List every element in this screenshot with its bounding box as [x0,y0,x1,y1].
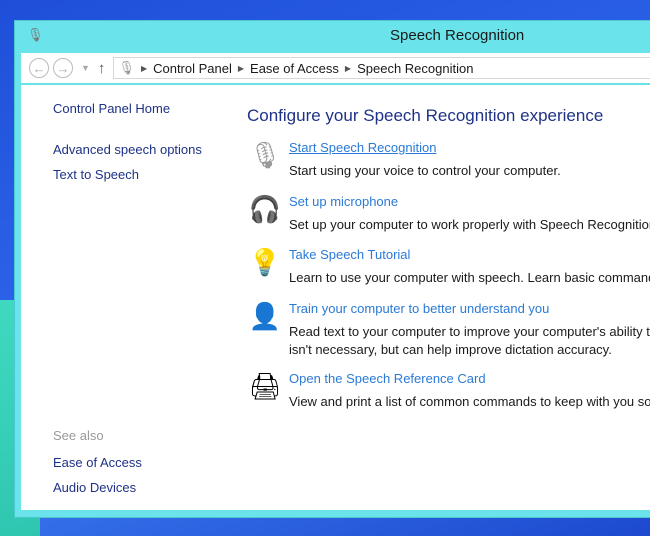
task-speech-tutorial: 💡 Take Speech Tutorial Learn to use your… [247,247,650,287]
desc-line-2: isn't necessary, but can help improve di… [289,342,612,357]
back-button[interactable]: ← [29,58,49,78]
audio-devices-link[interactable]: Audio Devices [53,480,142,495]
task-set-up-microphone: 🎧 Set up microphone Set up your computer… [247,194,650,234]
chevron-right-icon[interactable]: ▶ [345,64,351,73]
task-description: Learn to use your computer with speech. … [289,270,650,285]
crumb-ease-of-access[interactable]: Ease of Access [250,61,339,76]
chevron-right-icon[interactable]: ▶ [141,64,147,73]
task-train-computer: 👤 Train your computer to better understa… [247,301,650,361]
forward-button[interactable]: → [53,58,73,78]
open-reference-card-link[interactable]: Open the Speech Reference Card [289,371,486,386]
microphone-icon: 🎙 [27,27,44,42]
start-speech-recognition-link[interactable]: Start Speech Recognition [289,140,436,155]
text-to-speech-link[interactable]: Text to Speech [53,167,202,182]
task-start-speech-recognition: 🎙 Start Speech Recognition Start using y… [247,140,650,180]
see-also-heading: See also [53,428,104,443]
task-description: Read text to your computer to improve yo… [289,323,650,359]
set-up-microphone-link[interactable]: Set up microphone [289,194,398,209]
up-arrow-icon[interactable]: ↑ [98,60,106,77]
lightbulb-icon: 💡 [248,247,282,277]
printer-icon: 🖨 [248,371,282,401]
task-description: Start using your voice to control your c… [289,163,561,178]
task-description: Set up your computer to work properly wi… [289,217,650,232]
train-computer-link[interactable]: Train your computer to better understand… [289,301,549,316]
content-area: Control Panel Home Advanced speech optio… [21,85,650,510]
chevron-right-icon[interactable]: ▶ [238,64,244,73]
microphone-icon: 🎙 [118,60,135,75]
user-icon: 👤 [248,301,282,331]
headset-icon: 🎧 [248,194,282,224]
ease-of-access-link[interactable]: Ease of Access [53,455,142,470]
window: 🎙 Speech Recognition ← → ▼ ↑ 🎙 ▶ Control… [14,20,650,518]
page-title: Configure your Speech Recognition experi… [247,106,604,125]
recent-dropdown-icon[interactable]: ▼ [81,63,90,73]
take-speech-tutorial-link[interactable]: Take Speech Tutorial [289,247,410,262]
control-panel-home-link[interactable]: Control Panel Home [53,101,202,116]
advanced-speech-options-link[interactable]: Advanced speech options [53,142,202,157]
title-bar[interactable]: 🎙 Speech Recognition [15,21,650,49]
window-title: Speech Recognition [390,27,525,44]
task-reference-card: 🖨 Open the Speech Reference Card View an… [247,371,650,411]
breadcrumb[interactable]: 🎙 ▶ Control Panel ▶ Ease of Access ▶ Spe… [113,57,650,79]
crumb-speech-recognition[interactable]: Speech Recognition [357,61,473,76]
left-pane: Control Panel Home Advanced speech optio… [53,101,202,192]
see-also-section: See also Ease of Access Audio Devices [53,428,142,505]
microphone-icon: 🎙 [248,140,282,170]
desc-line-1: Read text to your computer to improve yo… [289,324,650,339]
task-description: View and print a list of common commands… [289,394,650,409]
address-bar: ← → ▼ ↑ 🎙 ▶ Control Panel ▶ Ease of Acce… [21,53,650,83]
crumb-control-panel[interactable]: Control Panel [153,61,232,76]
